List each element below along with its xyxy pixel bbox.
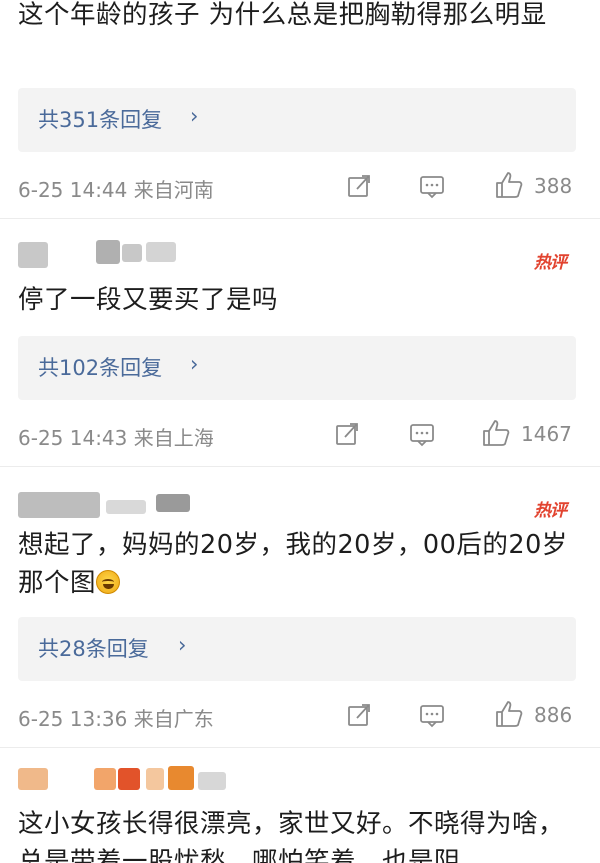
share-icon[interactable] bbox=[333, 420, 361, 448]
share-icon[interactable] bbox=[345, 701, 373, 729]
comment-text: 想起了，妈妈的20岁，我的20岁，00后的20岁那个图 bbox=[18, 526, 584, 602]
thumbs-up-icon[interactable] bbox=[494, 170, 524, 200]
like-count: 886 bbox=[534, 703, 573, 727]
reply-box[interactable]: 共351条回复 › bbox=[18, 88, 576, 152]
comment-text: 这个年龄的孩子 为什么总是把胸勒得那么明显 bbox=[18, 0, 547, 30]
chevron-right-icon: › bbox=[178, 633, 187, 657]
like-count: 1467 bbox=[521, 422, 572, 446]
reply-box[interactable]: 共28条回复 › bbox=[18, 617, 576, 681]
comment-text: 停了一段又要买了是吗 bbox=[18, 285, 279, 315]
thumbs-up-icon[interactable] bbox=[494, 699, 524, 729]
chevron-right-icon: › bbox=[190, 104, 199, 128]
comment-header: 热评 bbox=[0, 232, 600, 273]
comment-text: 这小女孩长得很漂亮，家世又好。不晓得为啥，总是带着一股忧愁，哪怕笑着，也是阴 bbox=[18, 809, 565, 863]
comment-icon[interactable] bbox=[408, 420, 436, 448]
reply-count-link[interactable]: 共28条回复 bbox=[38, 633, 149, 663]
reply-count-link[interactable]: 共102条回复 bbox=[38, 352, 162, 382]
comment-meta: 6-25 14:44 来自河南 388 bbox=[0, 172, 600, 202]
hot-comment-badge: 热评 bbox=[534, 253, 567, 273]
thumbs-up-icon[interactable] bbox=[481, 418, 511, 448]
avatar bbox=[18, 764, 248, 790]
avatar bbox=[18, 238, 198, 268]
comment-header bbox=[0, 758, 600, 798]
divider bbox=[0, 218, 600, 219]
avatar bbox=[18, 488, 218, 518]
comment-icon[interactable] bbox=[418, 701, 446, 729]
like-count: 388 bbox=[534, 174, 573, 198]
comment-header: 热评 bbox=[0, 482, 600, 522]
comment-meta: 6-25 14:43 来自上海 1467 bbox=[0, 420, 600, 450]
comment-meta: 6-25 13:36 来自广东 886 bbox=[0, 701, 600, 731]
hot-comment-badge: 热评 bbox=[534, 501, 567, 521]
comment-icon[interactable] bbox=[418, 172, 446, 200]
reply-count-link[interactable]: 共351条回复 bbox=[38, 104, 162, 134]
divider bbox=[0, 466, 600, 467]
time-location: 6-25 14:44 来自河南 bbox=[18, 178, 214, 202]
time-location: 6-25 14:43 来自上海 bbox=[18, 426, 214, 450]
chevron-right-icon: › bbox=[190, 352, 199, 376]
share-icon[interactable] bbox=[345, 172, 373, 200]
divider bbox=[0, 747, 600, 748]
time-location: 6-25 13:36 来自广东 bbox=[18, 707, 214, 731]
reply-box[interactable]: 共102条回复 › bbox=[18, 336, 576, 400]
laughing-face-icon bbox=[96, 570, 121, 594]
